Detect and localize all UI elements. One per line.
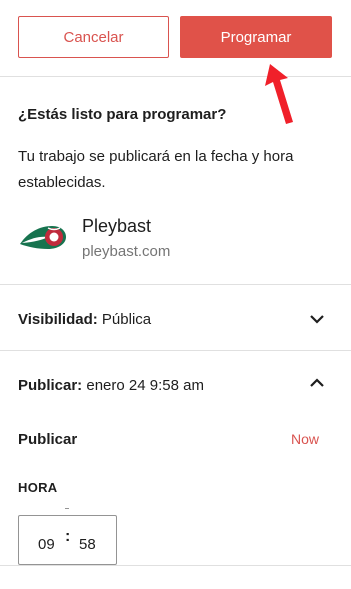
publish-value: enero 24 9:58 am — [86, 377, 204, 394]
site-name: Pleybast — [82, 216, 152, 236]
visibility-label: Visibilidad: — [18, 311, 98, 328]
divider — [0, 565, 351, 566]
pleybast-logo-icon — [20, 226, 66, 249]
visibility-value: Pública — [101, 311, 152, 328]
time-label: HORA — [18, 480, 58, 495]
prepublish-panel: ¿Estás listo para programar? Tu trabajo … — [0, 78, 351, 285]
site-url: pleybast.com — [82, 243, 171, 260]
chevron-up-icon[interactable] — [309, 378, 325, 388]
publish-row[interactable]: Publicar: enero 24 9:58 am — [0, 352, 351, 418]
time-field[interactable]: 09 : 58 — [18, 515, 117, 565]
publish-summary: Publicar: enero 24 9:58 am — [18, 377, 204, 394]
visibility-row[interactable]: Visibilidad: Pública — [0, 285, 351, 351]
hours-input[interactable]: 09 — [38, 536, 55, 553]
panel-description: Tu trabajo se publicará en la fecha y ho… — [18, 148, 294, 191]
visibility-summary: Visibilidad: Pública — [18, 311, 151, 328]
now-link[interactable]: Now — [291, 431, 319, 447]
schedule-button[interactable]: Programar — [180, 16, 332, 58]
minutes-input[interactable]: 58 — [79, 536, 96, 553]
panel-title: ¿Estás listo para programar? — [18, 106, 227, 123]
time-box-tick — [65, 508, 69, 509]
publish-label: Publicar: — [18, 377, 83, 394]
cancel-button[interactable]: Cancelar — [18, 16, 169, 58]
chevron-down-icon[interactable] — [309, 314, 325, 324]
publish-subheading: Publicar — [18, 431, 78, 448]
time-separator: : — [65, 528, 71, 545]
